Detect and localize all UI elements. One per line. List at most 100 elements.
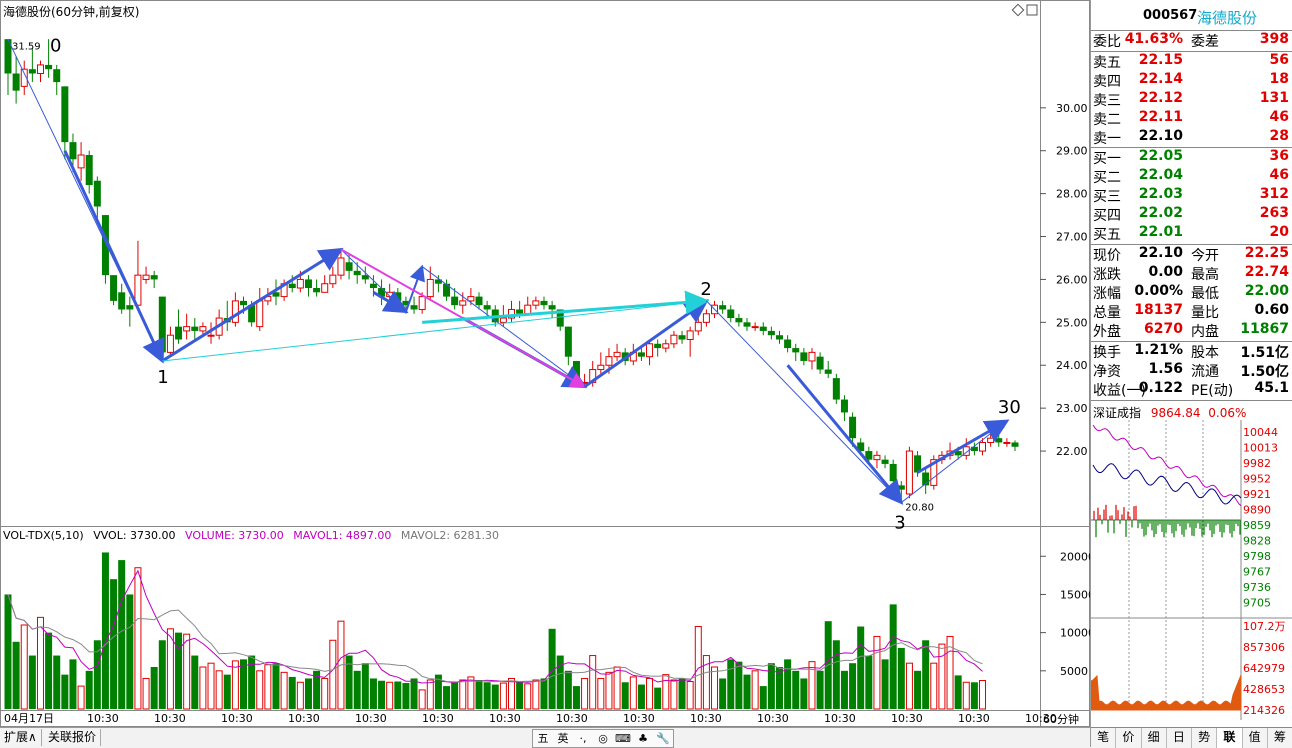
stat-value: 0.60: [1254, 302, 1289, 318]
volume-bar: [45, 632, 53, 709]
ime-settings-icon[interactable]: 🔧: [653, 730, 673, 747]
kline-chart-area[interactable]: 30.00 29.00 28.00 27.00 26.00 25.00 24.00 23.00…: [0, 0, 1090, 747]
weibi-label: 委比: [1093, 34, 1121, 50]
candle-body: [394, 292, 402, 301]
index-price-line: [1092, 463, 1242, 505]
price-axis-label: 29.00: [1056, 145, 1088, 158]
volume-bar: [808, 661, 816, 710]
volume-bar: [840, 670, 848, 709]
index-mini-chart[interactable]: 10044 10013 9982 9952 9921 9890 9859 9828 9798 97…: [1091, 420, 1292, 720]
candle-body: [516, 309, 524, 314]
bid-price: 22.01: [1138, 224, 1183, 240]
price-axis-label: 30.00: [1056, 102, 1088, 115]
volume-bar: [930, 662, 938, 710]
volume-bar: [304, 678, 312, 709]
index-volume-axis-label: 857306: [1243, 641, 1285, 654]
candle-body: [459, 300, 467, 306]
volume-bar: [873, 635, 881, 710]
volume-bar: [646, 677, 654, 710]
volume-bar: [621, 682, 629, 709]
ime-english-icon[interactable]: 英: [553, 730, 573, 747]
bid-price: 22.03: [1138, 186, 1183, 202]
ime-emoji-icon[interactable]: ◎: [593, 730, 613, 747]
candle-body: [637, 352, 645, 357]
volume-bar: [581, 677, 589, 710]
bid-volume: 46: [1269, 167, 1289, 183]
ask-price: 22.14: [1138, 71, 1183, 87]
index-volume-axis-label: 428653: [1243, 683, 1285, 696]
volume-bar: [272, 663, 280, 709]
stat-label: 外盘: [1093, 324, 1121, 340]
stock-name[interactable]: 海德股份: [1197, 7, 1257, 28]
bid-label: 买一: [1093, 151, 1121, 167]
wave-arrow: [786, 364, 904, 505]
candle-body: [483, 305, 491, 310]
volume-bar: [240, 659, 248, 709]
quote-tab[interactable]: 价: [1116, 728, 1142, 748]
ask-volume: 56: [1269, 52, 1289, 68]
candle-body: [361, 275, 369, 280]
volume-bar: [727, 659, 735, 709]
volume-axis-label: 5000: [1060, 665, 1088, 678]
volume-bar: [905, 662, 913, 710]
bid-row: 买五 22.01 20: [1093, 224, 1291, 243]
stat-label: 最低: [1191, 286, 1219, 302]
wave-arrow-thin: [706, 300, 903, 504]
time-axis-label: 10:30: [757, 712, 789, 725]
fund-value: 1.21%: [1134, 342, 1183, 358]
volume-axis-label: 20000: [1060, 550, 1090, 563]
candle-body: [735, 318, 743, 323]
quote-tab[interactable]: 联: [1217, 728, 1243, 748]
quote-stat-row: 外盘 6270 内盘 11867: [1093, 321, 1291, 340]
candle-body: [175, 326, 183, 340]
candle-body: [800, 352, 808, 361]
bid-price: 22.04: [1138, 167, 1183, 183]
index-volume-axis-label: 107.2万: [1243, 620, 1286, 633]
candle-body: [313, 288, 321, 293]
quote-tab[interactable]: 日: [1167, 728, 1192, 748]
quote-tab[interactable]: 值: [1243, 728, 1268, 748]
volume-bar: [597, 677, 605, 710]
price-axis-label: 24.00: [1056, 359, 1088, 372]
volume-bar: [629, 676, 637, 710]
fundamental-row: 收益(一) 0.122 PE(动) 45.1: [1093, 380, 1291, 399]
candle-body: [353, 270, 361, 276]
price-axis-label: 27.00: [1056, 231, 1088, 244]
volume-bar: [4, 594, 12, 709]
period-label[interactable]: 60分钟: [1043, 711, 1079, 727]
candle-body: [426, 278, 434, 298]
kline-chart[interactable]: 30.00 29.00 28.00 27.00 26.00 25.00 24.00 23.00…: [0, 0, 1090, 727]
stat-label: 最高: [1191, 267, 1219, 283]
ime-skin-icon[interactable]: ♣: [633, 730, 653, 747]
ime-toolbar: 五 英 ·, ◎ ⌨ ♣ 🔧: [532, 729, 674, 748]
tab-related-quote[interactable]: 关联报价: [44, 729, 102, 746]
quote-tab[interactable]: 筹: [1268, 728, 1292, 748]
ime-punct-icon[interactable]: ·,: [573, 730, 593, 747]
volume-bar: [126, 594, 134, 709]
quote-tab[interactable]: 笔: [1091, 728, 1117, 748]
weibi-value: 41.63%: [1124, 31, 1183, 47]
maximize-icon: [1026, 4, 1038, 16]
bid-volume: 20: [1269, 224, 1289, 240]
quote-tab[interactable]: 势: [1192, 728, 1218, 748]
volume-bar: [759, 686, 767, 709]
price-axis-label: 23.00: [1056, 402, 1088, 415]
ime-wubi-icon[interactable]: 五: [533, 730, 553, 747]
time-axis-label: 10:30: [556, 712, 588, 725]
time-axis-label: 10:30: [690, 712, 722, 725]
wave-arrow: [916, 419, 1010, 474]
volume-bar: [686, 681, 694, 710]
ime-keyboard-icon[interactable]: ⌨: [613, 730, 633, 747]
quote-tab[interactable]: 细: [1142, 728, 1167, 748]
volume-bar: [280, 671, 288, 710]
stat-label: 涨幅: [1093, 286, 1121, 302]
bid-label: 买四: [1093, 208, 1121, 224]
candle-body: [1011, 442, 1019, 447]
candle-body: [743, 322, 751, 327]
ask-price: 22.11: [1138, 109, 1183, 125]
ask-label: 卖三: [1093, 93, 1121, 109]
tab-expand[interactable]: 扩展∧: [0, 729, 42, 746]
volume-bar: [443, 686, 451, 709]
candle-body: [840, 399, 848, 413]
volume-bar: [711, 666, 719, 710]
